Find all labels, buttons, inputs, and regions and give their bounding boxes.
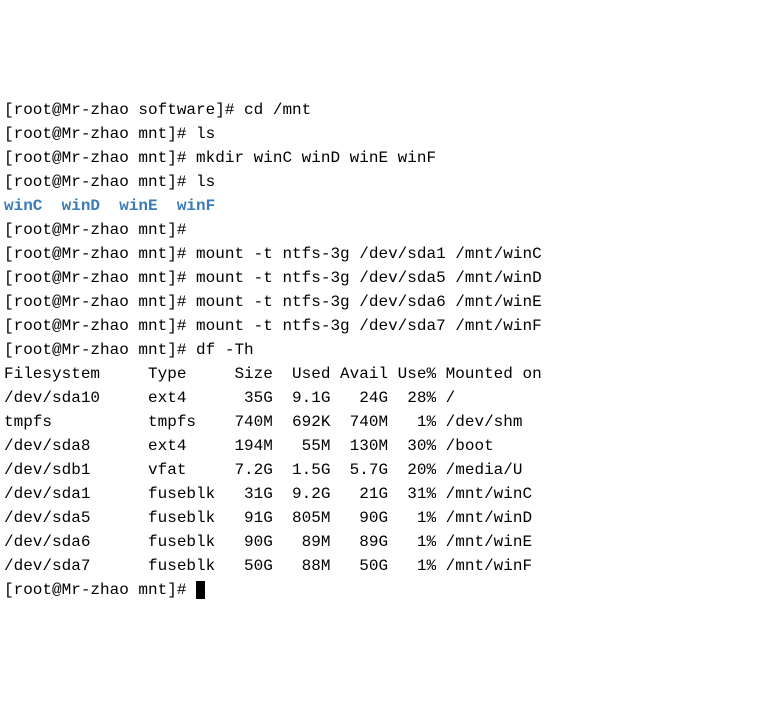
df-row: /dev/sda7 fuseblk 50G 88M 50G 1% /mnt/wi… bbox=[4, 554, 769, 578]
df-row: tmpfs tmpfs 740M 692K 740M 1% /dev/shm bbox=[4, 410, 769, 434]
shell-prompt-line: [root@Mr-zhao mnt]# bbox=[4, 578, 769, 602]
shell-prompt-line: [root@Mr-zhao mnt]# df -Th bbox=[4, 338, 769, 362]
shell-prompt-line: [root@Mr-zhao mnt]# mount -t ntfs-3g /de… bbox=[4, 314, 769, 338]
shell-prompt-line: [root@Mr-zhao mnt]# mount -t ntfs-3g /de… bbox=[4, 266, 769, 290]
df-row: /dev/sda1 fuseblk 31G 9.2G 21G 31% /mnt/… bbox=[4, 482, 769, 506]
shell-prompt-line: [root@Mr-zhao mnt]# bbox=[4, 218, 769, 242]
shell-prompt-line: [root@Mr-zhao software]# cd /mnt bbox=[4, 98, 769, 122]
shell-prompt-line: [root@Mr-zhao mnt]# ls bbox=[4, 170, 769, 194]
shell-prompt-line: [root@Mr-zhao mnt]# mount -t ntfs-3g /de… bbox=[4, 242, 769, 266]
ls-output: winC winD winE winF bbox=[4, 194, 769, 218]
shell-prompt-line: [root@Mr-zhao mnt]# ls bbox=[4, 122, 769, 146]
terminal-output[interactable]: [root@Mr-zhao software]# cd /mnt[root@Mr… bbox=[4, 98, 769, 602]
shell-prompt-line: [root@Mr-zhao mnt]# mount -t ntfs-3g /de… bbox=[4, 290, 769, 314]
cursor bbox=[196, 581, 205, 599]
df-header: Filesystem Type Size Used Avail Use% Mou… bbox=[4, 362, 769, 386]
df-row: /dev/sda5 fuseblk 91G 805M 90G 1% /mnt/w… bbox=[4, 506, 769, 530]
df-row: /dev/sdb1 vfat 7.2G 1.5G 5.7G 20% /media… bbox=[4, 458, 769, 482]
df-row: /dev/sda8 ext4 194M 55M 130M 30% /boot bbox=[4, 434, 769, 458]
shell-prompt-line: [root@Mr-zhao mnt]# mkdir winC winD winE… bbox=[4, 146, 769, 170]
df-row: /dev/sda6 fuseblk 90G 89M 89G 1% /mnt/wi… bbox=[4, 530, 769, 554]
df-row: /dev/sda10 ext4 35G 9.1G 24G 28% / bbox=[4, 386, 769, 410]
